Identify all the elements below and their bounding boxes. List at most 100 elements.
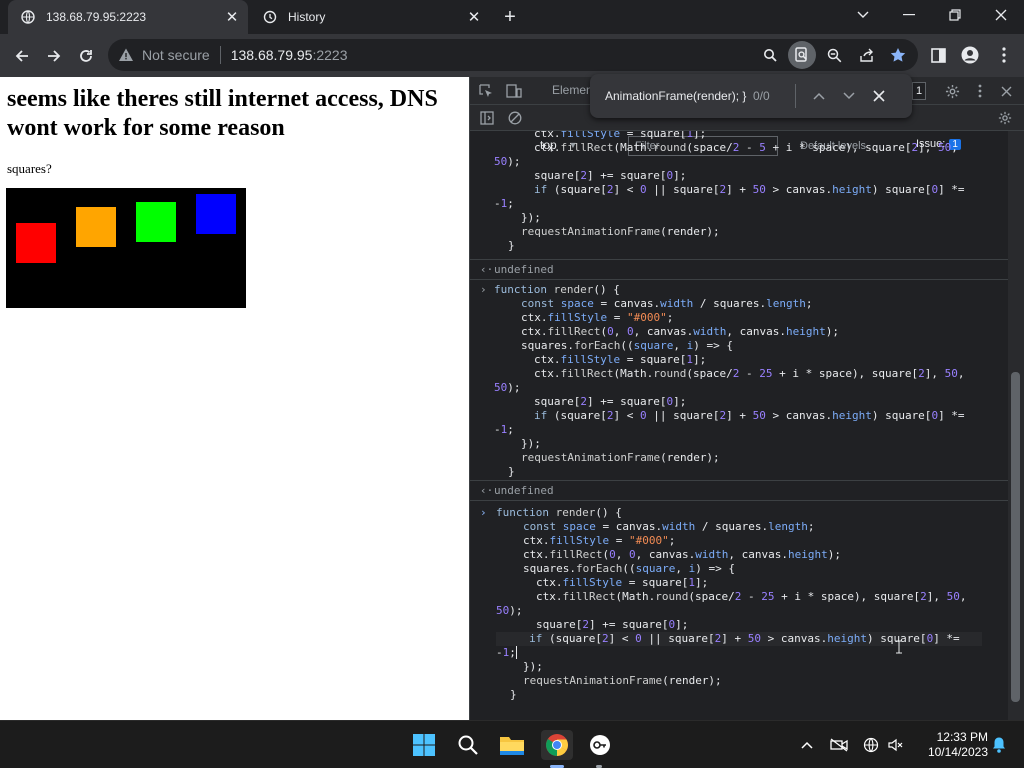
- console-entry: › function render() { const space = canv…: [470, 279, 1008, 479]
- meet-camera-off-icon[interactable]: [824, 731, 854, 759]
- chevron-up-icon[interactable]: [792, 731, 822, 759]
- clock-time: 12:33 PM: [936, 730, 988, 744]
- text-cursor-icon: [895, 640, 903, 654]
- code-line: ctx.fillStyle = "#000";: [521, 311, 674, 324]
- zoom-icon[interactable]: [820, 41, 848, 69]
- divider: [795, 84, 796, 108]
- code-line: ctx.fillStyle = square[1];: [536, 576, 709, 589]
- close-icon[interactable]: ✕: [464, 7, 484, 27]
- code-line: requestAnimationFrame(render);: [523, 674, 722, 687]
- code-line: requestAnimationFrame(render);: [521, 225, 720, 238]
- settings-gear-icon[interactable]: [942, 81, 962, 101]
- prompt-chevron-icon: ›: [480, 283, 487, 296]
- code-line: squares.forEach((square, i) => {: [523, 562, 735, 575]
- chrome-icon[interactable]: [541, 730, 573, 760]
- squares-canvas: [6, 188, 246, 308]
- profile-avatar[interactable]: [956, 41, 984, 69]
- code-line: });: [521, 437, 541, 450]
- page-heading: seems like theres still internet access,…: [7, 86, 438, 141]
- globe-icon: [20, 9, 36, 25]
- url-port: :2223: [312, 47, 348, 63]
- page-paragraph: squares?: [7, 161, 52, 176]
- security-label[interactable]: Not secure: [142, 47, 210, 63]
- reload-button[interactable]: [72, 42, 100, 70]
- result-value: undefined: [494, 484, 554, 497]
- clock-date: 10/14/2023: [927, 745, 988, 759]
- console-entry: ctx.fillStyle = square[1]; ctx.fillRect(…: [470, 131, 1008, 259]
- history-icon: [262, 9, 278, 25]
- code-line: square[2] += square[0];: [534, 169, 687, 182]
- code-line: ctx.fillStyle = "#000";: [523, 534, 676, 547]
- tab-title: History: [288, 10, 326, 24]
- search-icon[interactable]: [756, 41, 784, 69]
- close-icon[interactable]: ✕: [222, 7, 242, 27]
- code-line: ctx.fillStyle = square[1];: [534, 353, 707, 366]
- code-line: const space = canvas.width / squares.len…: [523, 520, 815, 533]
- clear-console-icon[interactable]: [506, 109, 524, 127]
- code-line: if (square[2] < 0 || square[2] + 50 > ca…: [534, 183, 965, 196]
- console-settings-icon[interactable]: [996, 109, 1014, 127]
- side-panel-icon[interactable]: [924, 41, 952, 69]
- sidebar-toggle-icon[interactable]: [478, 109, 496, 127]
- chevron-down-icon[interactable]: [834, 82, 864, 110]
- find-bar: AnimationFrame(render); } 0/0: [590, 74, 912, 118]
- console-output[interactable]: ctx.fillStyle = square[1]; ctx.fillRect(…: [470, 131, 1008, 720]
- tab-elements[interactable]: Elemen: [552, 83, 593, 97]
- chevron-up-icon[interactable]: [804, 82, 834, 110]
- code-line: const space = canvas.width / squares.len…: [521, 297, 813, 310]
- devtools-menu-icon[interactable]: [970, 81, 990, 101]
- code-line: ctx.fillRect(0, 0, canvas.width, canvas.…: [521, 325, 839, 338]
- warning-icon[interactable]: [118, 47, 134, 63]
- find-match-count: 0/0: [753, 89, 770, 103]
- result-arrow-icon: ‹·: [480, 263, 494, 276]
- code-line: 50);: [494, 155, 521, 168]
- bookmark-star-icon[interactable]: [884, 41, 912, 69]
- code-line: });: [521, 211, 541, 224]
- issues-count-badge[interactable]: 1: [912, 82, 926, 100]
- restore-button[interactable]: [932, 0, 978, 30]
- devtools-close-icon[interactable]: [996, 81, 1016, 101]
- devtools-panel: Elemen 1 top ▼ Filter Default levels Iss…: [469, 77, 1024, 720]
- windows-start-icon[interactable]: [409, 731, 439, 759]
- tab-active[interactable]: 138.68.79.95:2223 ✕: [8, 0, 248, 34]
- volume-muted-icon[interactable]: [880, 731, 910, 759]
- code-line: squares.forEach((square, i) => {: [521, 339, 733, 352]
- console-result: ‹· undefined: [470, 480, 1008, 500]
- find-input[interactable]: AnimationFrame(render); }: [605, 89, 753, 103]
- code-line-current: if (square[2] < 0 || square[2] + 50 > ca…: [496, 632, 982, 646]
- back-button[interactable]: [8, 42, 36, 70]
- new-tab-button[interactable]: +: [498, 5, 522, 29]
- scrollbar-thumb[interactable]: [1011, 372, 1020, 702]
- device-toolbar-icon[interactable]: [504, 81, 524, 101]
- system-clock[interactable]: 12:33 PM 10/14/2023: [916, 730, 988, 760]
- code-line: 50);: [494, 381, 521, 394]
- notification-bell-icon[interactable]: [984, 731, 1014, 759]
- forward-button[interactable]: [40, 42, 68, 70]
- green-square: [136, 202, 176, 242]
- file-explorer-icon[interactable]: [497, 731, 527, 759]
- blue-square: [196, 194, 236, 234]
- tab-history[interactable]: History ✕: [250, 0, 490, 34]
- search-icon[interactable]: [453, 731, 483, 759]
- code-line: function render() {: [494, 283, 620, 296]
- code-line: -1;: [494, 423, 514, 436]
- more-menu-icon[interactable]: [990, 41, 1018, 69]
- google-lens-icon[interactable]: [788, 41, 816, 69]
- result-arrow-icon: ‹·: [480, 484, 494, 497]
- close-window-button[interactable]: [978, 0, 1024, 30]
- result-value: undefined: [494, 263, 554, 276]
- inspect-element-icon[interactable]: [476, 81, 496, 101]
- tab-strip: 138.68.79.95:2223 ✕ History ✕ +: [0, 0, 1024, 34]
- red-square: [16, 223, 56, 263]
- code-line: }: [508, 239, 515, 252]
- console-input[interactable]: › function render() { const space = canv…: [470, 500, 1008, 720]
- close-find-icon[interactable]: [864, 82, 894, 110]
- tab-search-icon[interactable]: [840, 0, 886, 30]
- app-key-icon[interactable]: [585, 731, 615, 759]
- share-icon[interactable]: [852, 41, 880, 69]
- taskbar: 12:33 PM 10/14/2023: [0, 720, 1024, 768]
- minimize-button[interactable]: [886, 0, 932, 30]
- code-line: -1;: [496, 646, 517, 659]
- console-result: ‹· undefined: [470, 259, 1008, 279]
- divider: [219, 46, 221, 64]
